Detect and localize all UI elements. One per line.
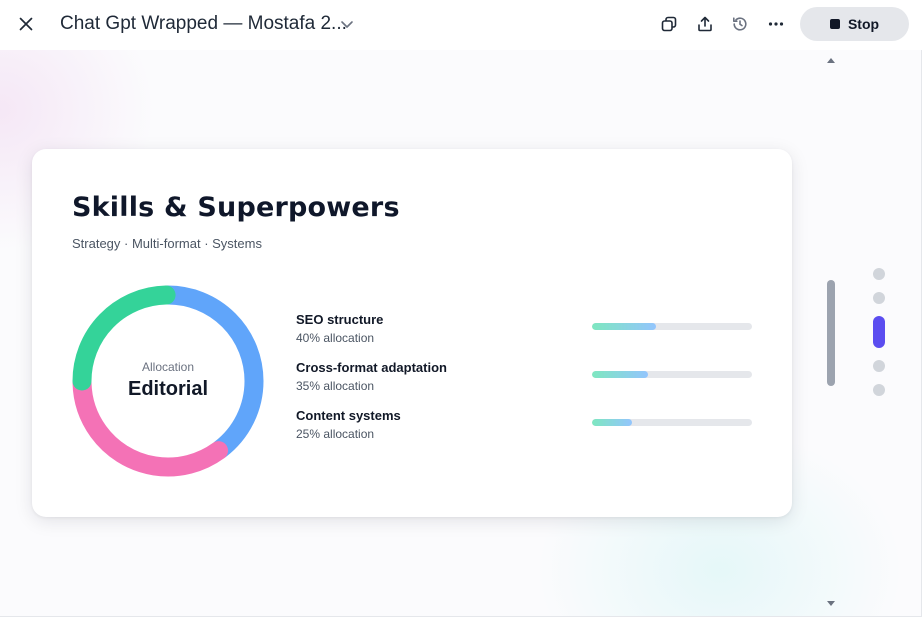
- skill-bar-fill: [592, 323, 656, 330]
- copy-button[interactable]: [655, 10, 683, 38]
- pager-dot[interactable]: [873, 384, 885, 396]
- skills-card: Skills & Superpowers Strategy · Multi-fo…: [32, 149, 792, 517]
- title-menu-button[interactable]: [333, 10, 361, 38]
- close-icon: [19, 17, 33, 31]
- history-icon: [733, 17, 747, 31]
- skill-bar-track: [592, 371, 752, 378]
- donut-center-value: Editorial: [127, 378, 208, 400]
- card-subtitle: Strategy · Multi-format · Systems: [72, 236, 262, 251]
- scroll-down-arrow-icon[interactable]: [826, 600, 836, 608]
- pager-dot[interactable]: [873, 316, 885, 348]
- card-title: Skills & Superpowers: [72, 192, 400, 223]
- share-button[interactable]: [691, 10, 719, 38]
- pager-dot[interactable]: [873, 360, 885, 372]
- skill-name: SEO structure: [296, 312, 384, 327]
- skill-bar-track: [592, 323, 752, 330]
- stop-label: Stop: [847, 16, 880, 32]
- top-bar: Chat Gpt Wrapped — Mostafa 2... Stop: [0, 0, 923, 50]
- more-icon: [768, 22, 784, 26]
- donut-label: Allocation: [141, 360, 195, 374]
- history-button[interactable]: [726, 10, 754, 38]
- skill-name: Content systems: [296, 408, 401, 423]
- scroll-up-arrow-icon[interactable]: [826, 56, 836, 64]
- pager-dot[interactable]: [873, 268, 885, 280]
- skill-detail: 25% allocation: [296, 427, 375, 441]
- stop-square-icon: [829, 19, 840, 29]
- window-title[interactable]: Chat Gpt Wrapped — Mostafa 2...: [60, 13, 347, 35]
- copy-icon: [661, 16, 677, 32]
- skill-bar-fill: [592, 419, 632, 426]
- scrollbar-thumb[interactable]: [827, 280, 835, 386]
- skill-bar-track: [592, 419, 752, 426]
- close-button[interactable]: [12, 10, 40, 38]
- pager-dot[interactable]: [873, 292, 885, 304]
- stop-button[interactable]: Stop: [800, 7, 909, 41]
- presentation-canvas: Skills & Superpowers Strategy · Multi-fo…: [0, 50, 922, 617]
- share-icon: [698, 16, 712, 32]
- skill-detail: 35% allocation: [296, 379, 375, 393]
- skill-name: Cross-format adaptation: [296, 360, 447, 375]
- more-options-button[interactable]: [762, 10, 790, 38]
- chevron-down-icon: [341, 21, 353, 28]
- skill-bar-fill: [592, 371, 648, 378]
- skill-detail: 40% allocation: [296, 331, 375, 345]
